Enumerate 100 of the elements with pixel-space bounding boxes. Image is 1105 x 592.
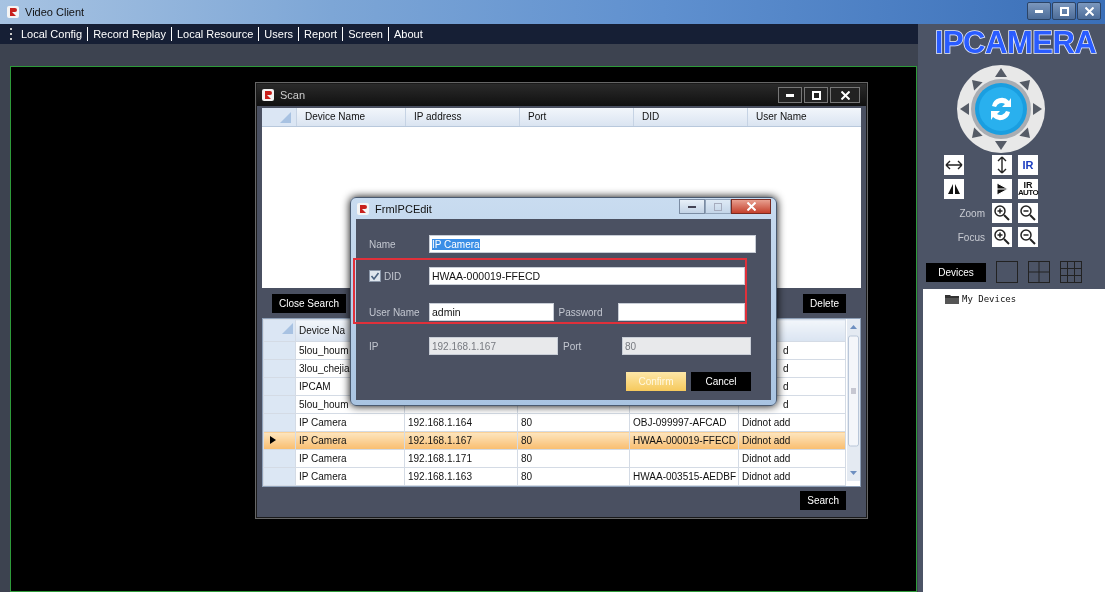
table-cell: 80 — [521, 435, 533, 446]
scrollbar[interactable] — [847, 319, 860, 481]
close-button[interactable] — [1077, 2, 1101, 20]
input-field: 192.168.1.167 — [429, 337, 558, 355]
dialog-button[interactable]: Cancel — [691, 372, 751, 391]
table-row[interactable]: IP Camera 192.168.1.163 80 HWAA-003515-AEDBF Didnot add — [263, 467, 846, 486]
close-button[interactable] — [731, 199, 771, 214]
app-icon — [356, 201, 370, 216]
app-icon — [261, 88, 275, 102]
window-title: FrmIPCEdit — [375, 202, 432, 215]
table-cell: OBJ-099997-AFCAD — [633, 417, 727, 428]
input-field[interactable]: HWAA-000019-FFECD — [429, 267, 745, 285]
minimize-icon — [688, 205, 696, 208]
table-cell: IPCAM — [299, 381, 331, 392]
minimize-button[interactable] — [1027, 2, 1051, 20]
menu-item[interactable]: Record Replay — [87, 27, 171, 41]
row-pointer-icon — [270, 436, 276, 444]
zoom-in-button[interactable] — [992, 203, 1012, 223]
zoom-in-button[interactable] — [992, 227, 1012, 247]
table-cell: Didnot add — [742, 417, 791, 428]
logo: IPCAMERA — [933, 24, 1098, 60]
column-header[interactable]: Device Name — [296, 108, 405, 126]
close-icon — [840, 90, 850, 100]
mirror-triangles-button[interactable] — [944, 179, 964, 199]
table-cell: d — [783, 381, 789, 392]
delete-button[interactable]: Delete — [803, 293, 846, 313]
zoom-out-icon — [1018, 227, 1038, 247]
ptz-control-drawing[interactable] — [956, 64, 1046, 154]
table-cell: IP Camera — [299, 435, 347, 446]
ir-button[interactable]: IR — [1018, 155, 1038, 175]
table-cell: 80 — [521, 471, 533, 482]
close-search-button[interactable]: Close Search — [272, 293, 347, 313]
table-row[interactable]: IP Camera 192.168.1.167 80 HWAA-000019-FFECD Didnot add — [263, 431, 846, 450]
field-label: Port — [563, 340, 583, 352]
field-label: IP — [369, 340, 380, 352]
maximize-button[interactable] — [804, 87, 828, 103]
column-header[interactable]: DID — [633, 108, 747, 126]
maximize-icon — [714, 202, 722, 211]
column-header[interactable]: User Name — [747, 108, 861, 126]
table-cell: 192.168.1.163 — [408, 471, 472, 482]
menu-item[interactable]: Local Config — [16, 27, 88, 41]
devices-tab[interactable]: Devices — [926, 262, 986, 282]
table-cell: HWAA-000019-FFECD — [633, 435, 736, 446]
zoom-in-icon — [992, 227, 1012, 247]
table-cell: IP Camera — [299, 471, 347, 482]
table-cell: 3lou_chejia — [299, 363, 350, 374]
zoom-out-button[interactable] — [1018, 227, 1038, 247]
menu-item[interactable]: Screen — [342, 27, 388, 41]
close-icon — [746, 202, 756, 211]
tree-item[interactable]: My Devices — [962, 294, 1017, 304]
up-down-arrow-button[interactable] — [992, 155, 1012, 175]
input-field[interactable] — [617, 303, 745, 321]
maximize-icon — [811, 90, 821, 100]
table-cell: d — [783, 399, 789, 410]
table-cell: 192.168.1.167 — [408, 435, 472, 446]
field-label: Name — [369, 238, 397, 250]
window-title: Scan — [280, 89, 306, 101]
input-field: 80 — [622, 337, 751, 355]
table-cell: IP Camera — [299, 453, 347, 464]
column-header[interactable]: IP address — [405, 108, 519, 126]
table-cell: 5lou_houm — [299, 399, 349, 410]
zoom-out-icon — [1018, 203, 1038, 223]
left-right-arrow-button[interactable] — [944, 155, 964, 175]
zoom-out-button[interactable] — [1018, 203, 1038, 223]
table-cell: d — [783, 363, 789, 374]
table-cell: HWAA-003515-AEDBF — [633, 471, 736, 482]
table-cell: 192.168.1.164 — [408, 417, 472, 428]
control-label: Zoom — [959, 207, 985, 219]
restore-icon — [1059, 6, 1069, 16]
minimize-button[interactable] — [679, 199, 705, 214]
input-field[interactable]: admin — [429, 303, 554, 321]
menu-item[interactable]: Users — [258, 27, 299, 41]
close-button[interactable] — [830, 87, 860, 103]
play-triangle-button[interactable] — [992, 179, 1012, 199]
menu-item[interactable]: About — [388, 27, 428, 41]
table-row[interactable]: IP Camera 192.168.1.171 80 Didnot add — [263, 449, 846, 468]
table-cell: Didnot add — [742, 435, 791, 446]
minimize-button[interactable] — [778, 87, 802, 103]
table-cell: IP Camera — [299, 417, 347, 428]
table-row[interactable]: IP Camera 192.168.1.164 80 OBJ-099997-AFCAD Didnot add — [263, 413, 846, 432]
menu-item[interactable]: Local Resource — [170, 27, 259, 41]
zoom-in-icon — [992, 203, 1012, 223]
checkbox[interactable] — [369, 270, 381, 282]
window-title: Video Client — [25, 6, 85, 18]
table-cell: 5lou_houm — [299, 345, 349, 356]
field-label: Password — [558, 306, 604, 318]
search-button[interactable]: Search — [800, 490, 846, 510]
menu-item[interactable]: Report — [298, 27, 343, 41]
grip-icon — [10, 27, 13, 41]
column-header[interactable]: Port — [519, 108, 633, 126]
control-label: Focus — [957, 231, 985, 243]
field-label: User Name — [369, 306, 421, 318]
table-cell: d — [783, 345, 789, 356]
minimize-icon — [1035, 9, 1043, 13]
folder-icon — [945, 294, 959, 304]
table-cell: Didnot add — [742, 471, 791, 482]
close-icon — [1084, 6, 1094, 16]
field-label: DID — [384, 270, 402, 282]
restore-button[interactable] — [1052, 2, 1076, 20]
table-cell: Didnot add — [742, 453, 791, 464]
